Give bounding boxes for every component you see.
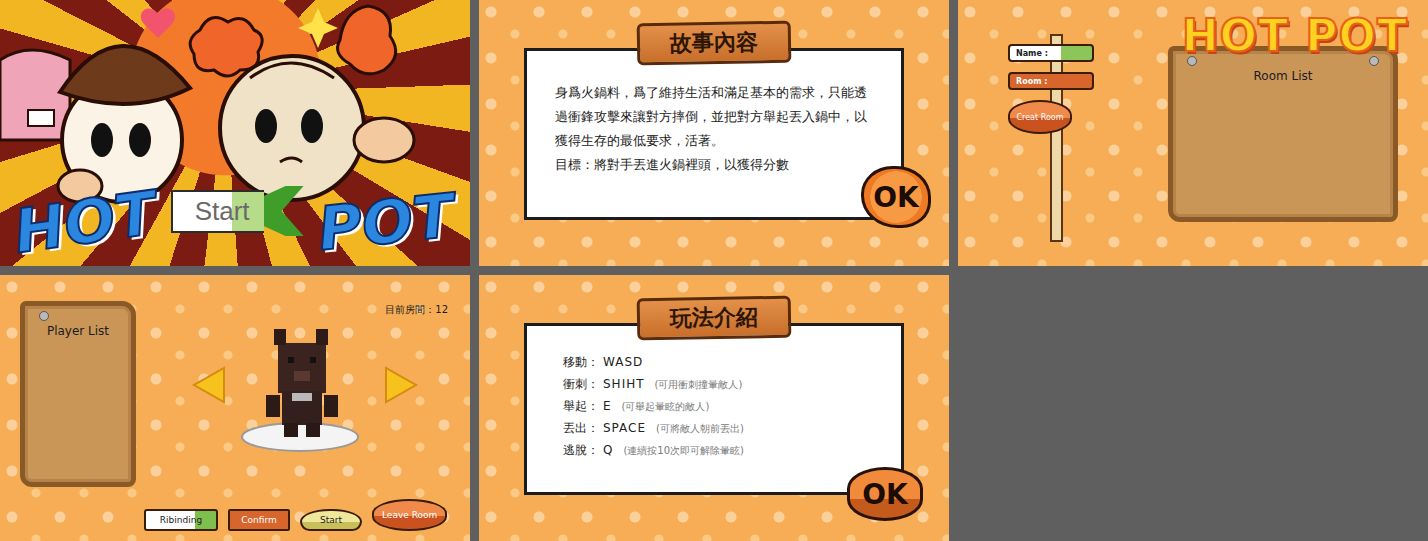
controls-box: 移動：WASD 衝刺：SHIHT(可用衝刺撞暈敵人) 舉起：E(可舉起暈眩的敵人) 丟… [524,323,904,495]
screens-collage: HOTStartPOT故事內容身爲火鍋料，爲了維持生活和滿足基本的需求，只能透過… [0,0,1428,541]
signpost: Name : Room : Creat Room [1008,14,1158,250]
logo-hot: HOT [4,178,166,266]
story-text: 目標：將對手丟進火鍋裡頭，以獲得分數 [555,153,877,177]
start-button[interactable]: Start [171,186,304,236]
right-arrow-icon [384,366,418,404]
room-screen: 目前房間：12 Player List Ribinding Confirm Start L… [0,275,470,541]
story-box: 身爲火鍋料，爲了維持生活和滿足基本的需求，只能透過衝鋒攻擊來讓對方摔倒，並把對方… [524,48,904,220]
character-stage [240,315,370,455]
story-header: 故事內容 [637,21,792,66]
create-room-button[interactable]: Creat Room [1008,100,1072,134]
hot-pot-logo: HOT POT [1182,14,1408,58]
title-screen: HOTStartPOT [0,0,470,266]
story-screen: 故事內容身爲火鍋料，爲了維持生活和滿足基本的需求，只能透過衝鋒攻擊來讓對方摔倒，… [479,0,949,266]
ribinding-button[interactable]: Ribinding [144,509,218,531]
plate [242,423,358,451]
player-list: Player List [20,301,136,487]
next-character-button[interactable] [384,366,418,404]
controls-screen: 玩法介紹移動：WASD 衝刺：SHIHT(可用衝刺撞暈敵人) 舉起：E(可舉起暈眩的… [479,275,949,541]
ok-button[interactable]: OK [861,166,931,228]
controls-header: 玩法介紹 [637,296,792,341]
control-row: 逃脫：Q(連續按10次即可解除暈眩) [563,442,881,459]
logo-pot: POT [309,180,463,263]
control-row: 舉起：E(可舉起暈眩的敵人) [563,398,881,415]
name-field[interactable]: Name : [1008,44,1094,62]
leave-room-button[interactable]: Leave Room [372,499,447,531]
start-button[interactable]: Start [300,509,362,531]
lobby-screen: Name : Room : Creat Room HOT POTRoom List [958,0,1428,266]
current-room: 目前房間：12 [385,303,448,317]
control-row: 衝刺：SHIHT(可用衝刺撞暈敵人) [563,376,881,393]
control-row: 移動：WASD [563,354,881,371]
pin-icon [39,311,49,321]
left-arrow-icon [192,366,226,404]
story-text: 身爲火鍋料，爲了維持生活和滿足基本的需求，只能透過衝鋒攻擊來讓對方摔倒，並把對方… [555,81,877,153]
confirm-button[interactable]: Confirm [228,509,290,531]
room-list: Room List [1168,46,1398,222]
prev-character-button[interactable] [192,366,226,404]
control-row: 丟出：SPACE(可將敵人朝前丟出) [563,420,881,437]
arrow-icon [264,186,304,236]
character-model [240,315,370,455]
ok-button[interactable]: OK [847,467,923,521]
room-field[interactable]: Room : [1008,72,1094,90]
